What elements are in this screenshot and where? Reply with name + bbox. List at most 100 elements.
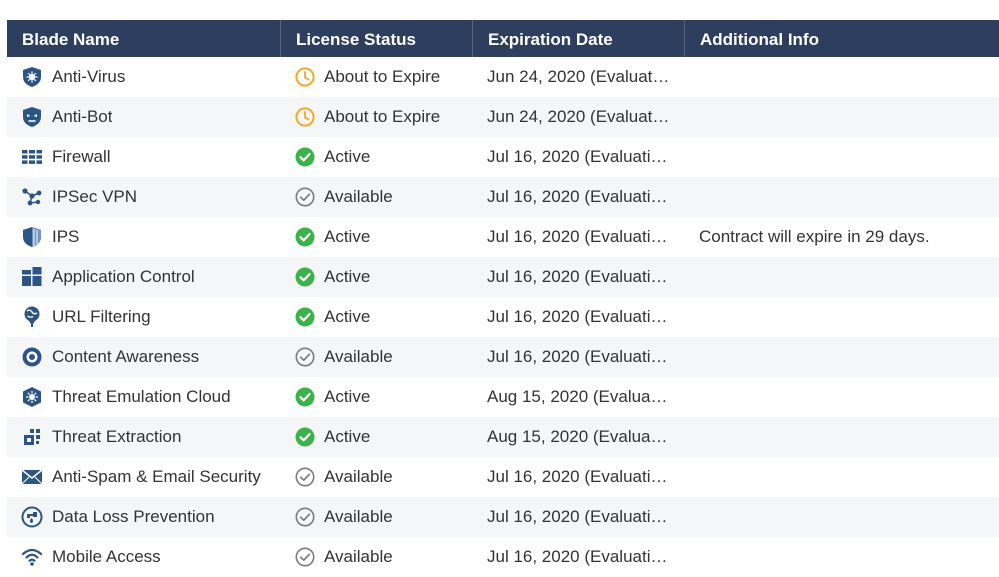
expiration-date: Jul 16, 2020 (Evaluation) <box>487 267 672 286</box>
blade-name-cell: Anti-Spam & Email Security <box>7 457 281 497</box>
url-filtering-icon <box>24 306 40 327</box>
blade-name: Application Control <box>52 267 195 286</box>
expiration-date-cell: Jul 16, 2020 (Evaluation) <box>473 457 685 497</box>
blade-name-cell: IPSec VPN <box>7 177 281 217</box>
license-status: About to Expire <box>324 107 441 126</box>
expiration-date-cell: Jul 16, 2020 (Evaluation) <box>473 497 685 537</box>
additional-info-cell <box>685 457 999 497</box>
license-status: Active <box>324 307 371 326</box>
table-row[interactable]: Anti-Spam & Email Security Available Jul… <box>7 457 999 497</box>
license-status-cell: Available <box>281 497 473 537</box>
license-status: Available <box>324 467 393 486</box>
blade-name: Threat Emulation Cloud <box>52 387 231 406</box>
license-status: Active <box>324 227 371 246</box>
ips-icon <box>23 227 41 247</box>
additional-info-cell <box>685 137 999 177</box>
license-status: Available <box>324 347 393 366</box>
license-status-cell: Available <box>281 457 473 497</box>
anti-virus-icon <box>23 67 41 87</box>
table-row[interactable]: IPS Active Jul 16, 2020 (Evaluation) Con… <box>7 217 999 257</box>
expiration-date-cell: Jul 16, 2020 (Evaluation) <box>473 337 685 377</box>
license-status: Active <box>324 147 371 166</box>
table-row[interactable]: Threat Emulation Cloud Active Aug 15, 20… <box>7 377 999 417</box>
table-row[interactable]: Anti-Virus About to Expire Jun 24, 2020 … <box>7 57 999 97</box>
expiration-date-cell: Aug 15, 2020 (Evaluation) <box>473 417 685 457</box>
table-row[interactable]: Threat Extraction Active Aug 15, 2020 (E… <box>7 417 999 457</box>
additional-info-cell <box>685 497 999 537</box>
column-header-expiration-date[interactable]: Expiration Date <box>473 20 685 57</box>
check-filled-icon <box>295 147 315 167</box>
column-header-license-status[interactable]: License Status <box>281 20 473 57</box>
expiration-date: Jul 16, 2020 (Evaluation) <box>487 147 672 166</box>
expiration-date: Jul 16, 2020 (Evaluation) <box>487 507 672 526</box>
additional-info-cell: Contract will expire in 29 days. <box>685 217 999 257</box>
license-status-cell: Active <box>281 257 473 297</box>
license-status-cell: Active <box>281 217 473 257</box>
additional-info-cell <box>685 97 999 137</box>
table-row[interactable]: Content Awareness Available Jul 16, 2020… <box>7 337 999 377</box>
expiration-date: Jul 16, 2020 (Evaluation) <box>487 307 672 326</box>
blade-name-cell: Application Control <box>7 257 281 297</box>
check-filled-icon <box>295 307 315 327</box>
table-row[interactable]: Application Control Active Jul 16, 2020 … <box>7 257 999 297</box>
blade-name: Anti-Bot <box>52 107 113 126</box>
table-row[interactable]: Mobile Access Available Jul 16, 2020 (Ev… <box>7 537 999 577</box>
expiration-date-cell: Jul 16, 2020 (Evaluation) <box>473 537 685 577</box>
table-header: Blade Name License Status Expiration Dat… <box>7 20 999 57</box>
expiration-date: Aug 15, 2020 (Evaluation) <box>487 387 672 406</box>
expiration-date-cell: Aug 15, 2020 (Evaluation) <box>473 377 685 417</box>
license-status-cell: About to Expire <box>281 57 473 97</box>
license-status: Active <box>324 387 371 406</box>
envelope-icon <box>21 469 43 485</box>
content-awareness-icon <box>22 347 42 367</box>
additional-info-cell <box>685 537 999 577</box>
blade-name-cell: IPS <box>7 217 281 257</box>
blade-name: Firewall <box>52 147 111 166</box>
check-filled-icon <box>295 267 315 287</box>
firewall-icon <box>22 150 42 164</box>
threat-emulation-icon <box>23 387 41 407</box>
check-outline-icon <box>295 467 315 487</box>
blade-name: IPS <box>52 227 80 246</box>
application-control-icon <box>22 267 42 286</box>
expiration-date: Jul 16, 2020 (Evaluation) <box>487 227 672 246</box>
license-status: About to Expire <box>324 67 441 86</box>
blade-name-cell: Anti-Bot <box>7 97 281 137</box>
blade-name: Data Loss Prevention <box>52 507 215 526</box>
additional-info-cell <box>685 417 999 457</box>
check-filled-icon <box>295 387 315 407</box>
license-status-cell: Active <box>281 137 473 177</box>
license-status: Available <box>324 547 393 566</box>
blade-name-cell: Anti-Virus <box>7 57 281 97</box>
data-loss-prevention-icon <box>21 506 43 528</box>
expiration-date: Jul 16, 2020 (Evaluation) <box>487 187 672 206</box>
expiration-date-cell: Jul 16, 2020 (Evaluation) <box>473 217 685 257</box>
table-body: Anti-Virus About to Expire Jun 24, 2020 … <box>7 57 999 577</box>
table-row[interactable]: IPSec VPN Available Jul 16, 2020 (Evalua… <box>7 177 999 217</box>
additional-info: Contract will expire in 29 days. <box>699 227 930 246</box>
expiration-date: Jul 16, 2020 (Evaluation) <box>487 347 672 366</box>
expiration-date: Aug 15, 2020 (Evaluation) <box>487 427 672 446</box>
table-row[interactable]: URL Filtering Active Jul 16, 2020 (Evalu… <box>7 297 999 337</box>
column-header-blade-name[interactable]: Blade Name <box>7 20 281 57</box>
check-outline-icon <box>295 507 315 527</box>
license-table: Blade Name License Status Expiration Dat… <box>7 20 999 577</box>
expiration-date-cell: Jul 16, 2020 (Evaluation) <box>473 177 685 217</box>
additional-info-cell <box>685 177 999 217</box>
expiration-date-cell: Jul 16, 2020 (Evaluation) <box>473 257 685 297</box>
expiration-date-cell: Jun 24, 2020 (Evaluation) <box>473 97 685 137</box>
blade-name: Anti-Spam & Email Security <box>52 467 261 486</box>
table-row[interactable]: Anti-Bot About to Expire Jun 24, 2020 (E… <box>7 97 999 137</box>
check-outline-icon <box>295 347 315 367</box>
license-status-cell: Active <box>281 297 473 337</box>
threat-extraction-icon <box>24 429 40 445</box>
expiration-date: Jun 24, 2020 (Evaluation) <box>487 107 672 126</box>
wifi-icon <box>21 548 43 566</box>
table-row[interactable]: Firewall Active Jul 16, 2020 (Evaluation… <box>7 137 999 177</box>
expiration-date: Jul 16, 2020 (Evaluation) <box>487 547 672 566</box>
blade-name: URL Filtering <box>52 307 151 326</box>
column-header-additional-info[interactable]: Additional Info <box>685 20 999 57</box>
table-row[interactable]: Data Loss Prevention Available Jul 16, 2… <box>7 497 999 537</box>
expiration-date: Jul 16, 2020 (Evaluation) <box>487 467 672 486</box>
license-status: Available <box>324 187 393 206</box>
